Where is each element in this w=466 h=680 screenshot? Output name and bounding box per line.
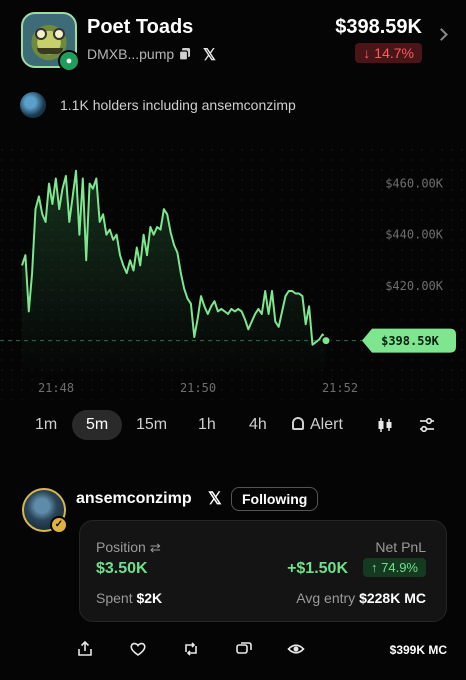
toad-eye-left bbox=[35, 28, 47, 40]
x-tick-label: 21:52 bbox=[322, 381, 358, 395]
alert-label: Alert bbox=[310, 416, 343, 433]
token-header: ● Poet Toads DMXB...pump 𝕏 $398.59K ↓ 14… bbox=[0, 0, 466, 84]
netpnl-value: +$1.50K bbox=[287, 560, 348, 577]
current-price-label: $398.59K bbox=[381, 334, 440, 348]
toad-eye-right bbox=[53, 28, 65, 40]
current-price-tag: $398.59K bbox=[362, 328, 456, 353]
price-chart[interactable]: $460.00K $440.00K $420.00K 21:48 21:50 21:52… bbox=[0, 148, 466, 400]
sliders-icon[interactable] bbox=[418, 416, 436, 434]
toad-mouth bbox=[37, 48, 63, 54]
holders-row[interactable]: 1.1K holders including ansemconzimp bbox=[20, 92, 296, 118]
comments-icon[interactable] bbox=[235, 640, 253, 658]
token-address: DMXB...pump bbox=[87, 46, 175, 62]
netpnl-label: Net PnL bbox=[375, 539, 426, 555]
x-icon[interactable]: 𝕏 bbox=[208, 489, 222, 509]
following-button[interactable]: Following bbox=[231, 487, 319, 511]
timeframe-15m[interactable]: 15m bbox=[122, 410, 181, 440]
timeframe-1h[interactable]: 1h bbox=[184, 410, 230, 440]
y-tick-label: $420.00K bbox=[385, 279, 444, 293]
spent-row: Spent $2K bbox=[96, 590, 163, 606]
avg-entry-row: Avg entry $228K MC bbox=[296, 590, 426, 606]
username[interactable]: ansemconzimp bbox=[76, 490, 192, 508]
position-value: $3.50K bbox=[96, 560, 148, 577]
timeframe-bar: 1m 5m 15m 1h 4h Alert bbox=[0, 406, 466, 440]
share-icon[interactable] bbox=[76, 640, 94, 658]
verified-badge-icon: ✓ bbox=[50, 516, 68, 534]
position-card[interactable]: Position ⇄ $3.50K Net PnL +$1.50K ↑ 74.9%… bbox=[79, 520, 447, 622]
netpnl-percent-badge: ↑ 74.9% bbox=[363, 558, 426, 577]
current-price-dot bbox=[320, 335, 332, 347]
position-label: Position ⇄ bbox=[96, 539, 161, 555]
holders-text: 1.1K holders including ansemconzimp bbox=[60, 97, 296, 113]
y-tick-label: $440.00K bbox=[385, 228, 444, 242]
chart-svg[interactable]: $460.00K $440.00K $420.00K 21:48 21:50 21:52… bbox=[0, 148, 466, 400]
eye-icon[interactable] bbox=[287, 640, 305, 658]
pill-icon: ● bbox=[58, 50, 80, 72]
token-name: Poet Toads bbox=[87, 16, 194, 38]
alert-button[interactable]: Alert bbox=[292, 410, 343, 440]
token-price: $398.59K bbox=[335, 16, 422, 38]
avg-entry-value: $228K MC bbox=[359, 590, 426, 606]
heart-icon[interactable] bbox=[129, 640, 147, 658]
timeframe-1m[interactable]: 1m bbox=[21, 410, 71, 440]
holder-avatar bbox=[20, 92, 46, 118]
copy-icon[interactable] bbox=[178, 47, 192, 61]
x-tick-label: 21:48 bbox=[38, 381, 74, 395]
action-bar: $399K MC bbox=[0, 636, 466, 664]
price-change-badge: ↓ 14.7% bbox=[355, 43, 422, 63]
timeframe-4h[interactable]: 4h bbox=[235, 410, 271, 440]
spent-value: $2K bbox=[136, 590, 163, 606]
repost-icon[interactable] bbox=[182, 640, 200, 658]
chevron-right-icon[interactable] bbox=[435, 28, 448, 41]
x-tick-label: 21:50 bbox=[180, 381, 216, 395]
candlestick-icon[interactable] bbox=[376, 416, 394, 434]
x-icon[interactable]: 𝕏 bbox=[203, 45, 216, 65]
timeframe-5m[interactable]: 5m bbox=[72, 410, 123, 440]
bell-icon bbox=[292, 417, 304, 430]
market-cap-label: $399K MC bbox=[389, 643, 447, 657]
y-tick-label: $460.00K bbox=[385, 177, 444, 191]
swap-icon[interactable]: ⇄ bbox=[150, 540, 161, 555]
